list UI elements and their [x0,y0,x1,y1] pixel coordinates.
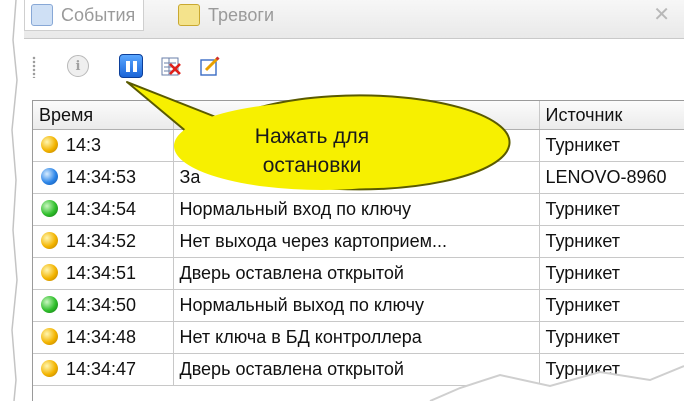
table-row[interactable]: 14:34:48 Нет ключа в БД контроллера Турник… [33,321,684,354]
time-value: 14:34:47 [66,359,137,379]
time-value: 14:34:48 [66,327,137,347]
tab-strip: События Тревоги ✕ [24,0,684,39]
time-cell: 14:34:53 [33,161,174,194]
source-cell: Турникет [539,193,684,226]
source-cell: Турникет [539,257,684,290]
clear-list-icon [161,57,181,76]
status-icon [41,168,58,185]
status-icon [41,360,58,377]
events-icon [31,4,53,26]
event-cell: Нет ключа в БД контроллера [173,321,540,354]
time-value: 14:34:51 [66,263,137,283]
time-value: 14:3 [66,135,102,155]
status-icon [41,200,58,217]
event-cell: Нормальный вход по ключу [173,193,540,226]
toolbar: i [24,44,684,88]
tab-events-label: События [61,4,136,25]
source-cell: Турникет [539,353,684,386]
tab-events[interactable]: События [24,0,145,31]
status-icon [41,136,58,153]
time-cell: 14:34:50 [33,289,174,322]
events-window: События Тревоги ✕ i Время Источник 14:3 … [0,0,684,401]
edit-button[interactable] [198,54,222,78]
source-cell: Турникет [539,321,684,354]
close-icon[interactable]: ✕ [653,2,670,27]
table-row[interactable]: 14:34:51 Дверь оставлена открытой Турникет [33,257,684,290]
time-cell: 14:34:48 [33,321,174,354]
time-value: 14:34:54 [66,199,137,219]
time-cell: 14:34:54 [33,193,174,226]
column-header-time[interactable]: Время [33,101,174,130]
info-button[interactable]: i [66,54,90,78]
info-icon: i [67,55,89,77]
column-header-source[interactable]: Источник [539,101,684,130]
source-cell: LENOVO-8960 [539,161,684,194]
callout-line-1: Нажать для [254,125,370,148]
event-cell: Нормальный выход по ключу [173,289,540,322]
tab-alarms[interactable]: Тревоги [172,0,282,30]
table-row[interactable]: 14:34:47 Дверь оставлена открытой Турникет [33,353,684,386]
pause-icon [119,54,143,78]
edit-icon [200,56,220,76]
alarm-icon [178,4,200,26]
tab-alarms-label: Тревоги [208,4,274,25]
callout-text: Нажать для остановки [212,122,412,180]
time-cell: 14:3 [33,129,174,162]
event-cell: Дверь оставлена открытой [173,257,540,290]
pause-button[interactable] [119,54,143,78]
status-icon [41,232,58,249]
time-cell: 14:34:52 [33,225,174,258]
toolbar-grip[interactable] [32,56,36,78]
event-cell: Нет выхода через картоприем... [173,225,540,258]
table-row[interactable]: 14:34:52 Нет выхода через картоприем... Ту… [33,225,684,258]
clear-list-button[interactable] [159,54,183,78]
status-icon [41,328,58,345]
table-row[interactable]: 14:34:54 Нормальный вход по ключу Турникет [33,193,684,226]
status-icon [41,296,58,313]
time-value: 14:34:52 [66,231,137,251]
callout-line-2: остановки [262,154,362,177]
source-cell: Турникет [539,129,684,162]
table-row[interactable]: 14:34:50 Нормальный выход по ключу Турнике… [33,289,684,322]
status-icon [41,264,58,281]
time-cell: 14:34:47 [33,353,174,386]
time-value: 14:34:50 [66,295,137,315]
time-cell: 14:34:51 [33,257,174,290]
time-value: 14:34:53 [66,167,137,187]
event-cell: Дверь оставлена открытой [173,353,540,386]
source-cell: Турникет [539,289,684,322]
source-cell: Турникет [539,225,684,258]
